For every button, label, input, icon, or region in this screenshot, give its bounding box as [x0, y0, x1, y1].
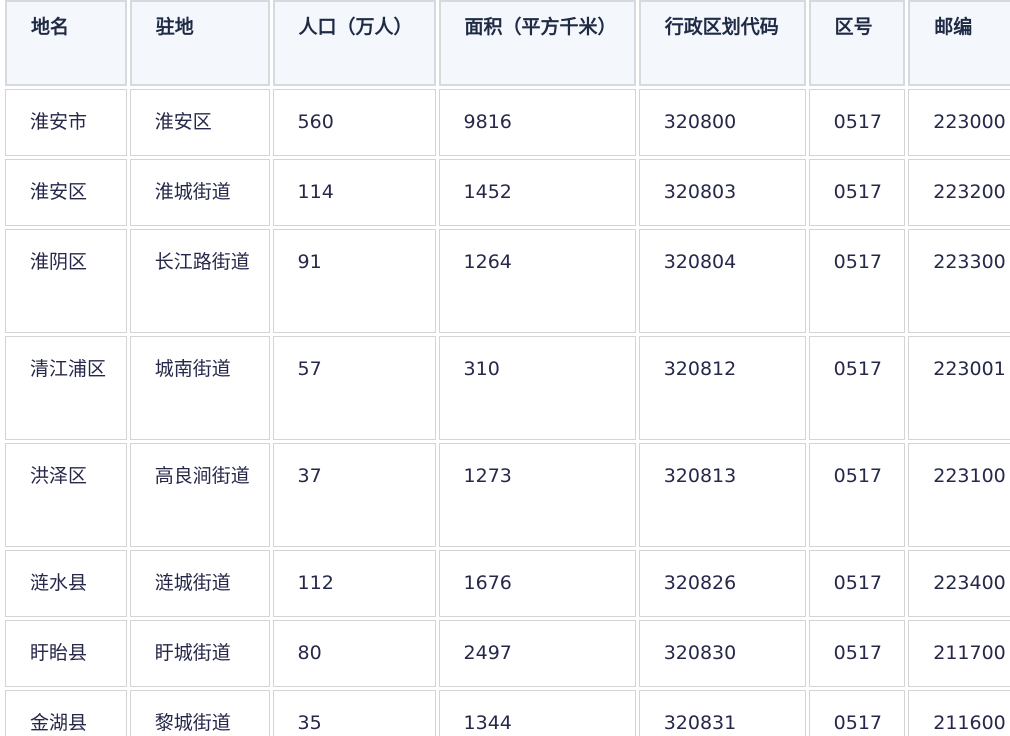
- header-postal-code: 邮编: [908, 0, 1010, 86]
- header-division-code: 行政区划代码: [638, 0, 806, 86]
- cell-division-code: 320826: [638, 550, 806, 617]
- cell-division-code: 320813: [638, 443, 806, 547]
- table-row: 盱眙县 盱城街道 80 2497 320830 0517 211700: [5, 620, 1010, 687]
- cell-division-code: 320830: [638, 620, 806, 687]
- cell-seat: 涟城街道: [129, 550, 270, 617]
- table-header: 地名 驻地 人口（万人） 面积（平方千米） 行政区划代码 区号 邮编: [5, 0, 1010, 86]
- cell-division-code: 320804: [638, 229, 806, 333]
- cell-postal-code: 223400: [908, 550, 1010, 617]
- cell-population: 57: [272, 336, 436, 440]
- cell-population: 91: [272, 229, 436, 333]
- cell-area: 1676: [438, 550, 636, 617]
- cell-area: 310: [438, 336, 636, 440]
- cell-place-name: 金湖县: [5, 690, 127, 736]
- header-area: 面积（平方千米）: [438, 0, 636, 86]
- cell-place-name: 盱眙县: [5, 620, 127, 687]
- cell-area-code: 0517: [808, 89, 906, 156]
- cell-seat: 淮城街道: [129, 159, 270, 226]
- cell-division-code: 320800: [638, 89, 806, 156]
- cell-population: 37: [272, 443, 436, 547]
- cell-area: 1264: [438, 229, 636, 333]
- cell-place-name: 淮阴区: [5, 229, 127, 333]
- cell-area-code: 0517: [808, 159, 906, 226]
- table-row: 金湖县 黎城街道 35 1344 320831 0517 211600: [5, 690, 1010, 736]
- cell-division-code: 320812: [638, 336, 806, 440]
- cell-postal-code: 211700: [908, 620, 1010, 687]
- cell-area: 1273: [438, 443, 636, 547]
- cell-population: 114: [272, 159, 436, 226]
- cell-population: 35: [272, 690, 436, 736]
- cell-area-code: 0517: [808, 336, 906, 440]
- cell-place-name: 淮安市: [5, 89, 127, 156]
- cell-place-name: 清江浦区: [5, 336, 127, 440]
- cell-area: 1452: [438, 159, 636, 226]
- cell-seat: 长江路街道: [129, 229, 270, 333]
- table-row: 洪泽区 高良涧街道 37 1273 320813 0517 223100: [5, 443, 1010, 547]
- header-seat: 驻地: [129, 0, 270, 86]
- cell-area: 1344: [438, 690, 636, 736]
- cell-place-name: 淮安区: [5, 159, 127, 226]
- cell-area-code: 0517: [808, 443, 906, 547]
- cell-seat: 高良涧街道: [129, 443, 270, 547]
- cell-postal-code: 223100: [908, 443, 1010, 547]
- cell-division-code: 320803: [638, 159, 806, 226]
- header-area-code: 区号: [808, 0, 906, 86]
- cell-area-code: 0517: [808, 229, 906, 333]
- header-place-name: 地名: [5, 0, 127, 86]
- cell-postal-code: 223200: [908, 159, 1010, 226]
- header-population: 人口（万人）: [272, 0, 436, 86]
- cell-area-code: 0517: [808, 620, 906, 687]
- data-table-container: 地名 驻地 人口（万人） 面积（平方千米） 行政区划代码 区号 邮编 淮安市 淮…: [0, 0, 1010, 736]
- cell-postal-code: 223001: [908, 336, 1010, 440]
- cell-population: 112: [272, 550, 436, 617]
- cell-population: 80: [272, 620, 436, 687]
- cell-seat: 淮安区: [129, 89, 270, 156]
- table-row: 清江浦区 城南街道 57 310 320812 0517 223001: [5, 336, 1010, 440]
- cell-postal-code: 211600: [908, 690, 1010, 736]
- cell-postal-code: 223300: [908, 229, 1010, 333]
- cell-division-code: 320831: [638, 690, 806, 736]
- cell-place-name: 涟水县: [5, 550, 127, 617]
- region-table: 地名 驻地 人口（万人） 面积（平方千米） 行政区划代码 区号 邮编 淮安市 淮…: [2, 0, 1010, 736]
- table-body: 淮安市 淮安区 560 9816 320800 0517 223000 淮安区 …: [5, 89, 1010, 736]
- cell-area: 2497: [438, 620, 636, 687]
- table-row: 淮安市 淮安区 560 9816 320800 0517 223000: [5, 89, 1010, 156]
- cell-area: 9816: [438, 89, 636, 156]
- cell-seat: 黎城街道: [129, 690, 270, 736]
- table-row: 涟水县 涟城街道 112 1676 320826 0517 223400: [5, 550, 1010, 617]
- cell-area-code: 0517: [808, 550, 906, 617]
- header-row: 地名 驻地 人口（万人） 面积（平方千米） 行政区划代码 区号 邮编: [5, 0, 1010, 86]
- cell-postal-code: 223000: [908, 89, 1010, 156]
- cell-seat: 城南街道: [129, 336, 270, 440]
- cell-seat: 盱城街道: [129, 620, 270, 687]
- table-row: 淮阴区 长江路街道 91 1264 320804 0517 223300: [5, 229, 1010, 333]
- cell-area-code: 0517: [808, 690, 906, 736]
- table-row: 淮安区 淮城街道 114 1452 320803 0517 223200: [5, 159, 1010, 226]
- cell-population: 560: [272, 89, 436, 156]
- cell-place-name: 洪泽区: [5, 443, 127, 547]
